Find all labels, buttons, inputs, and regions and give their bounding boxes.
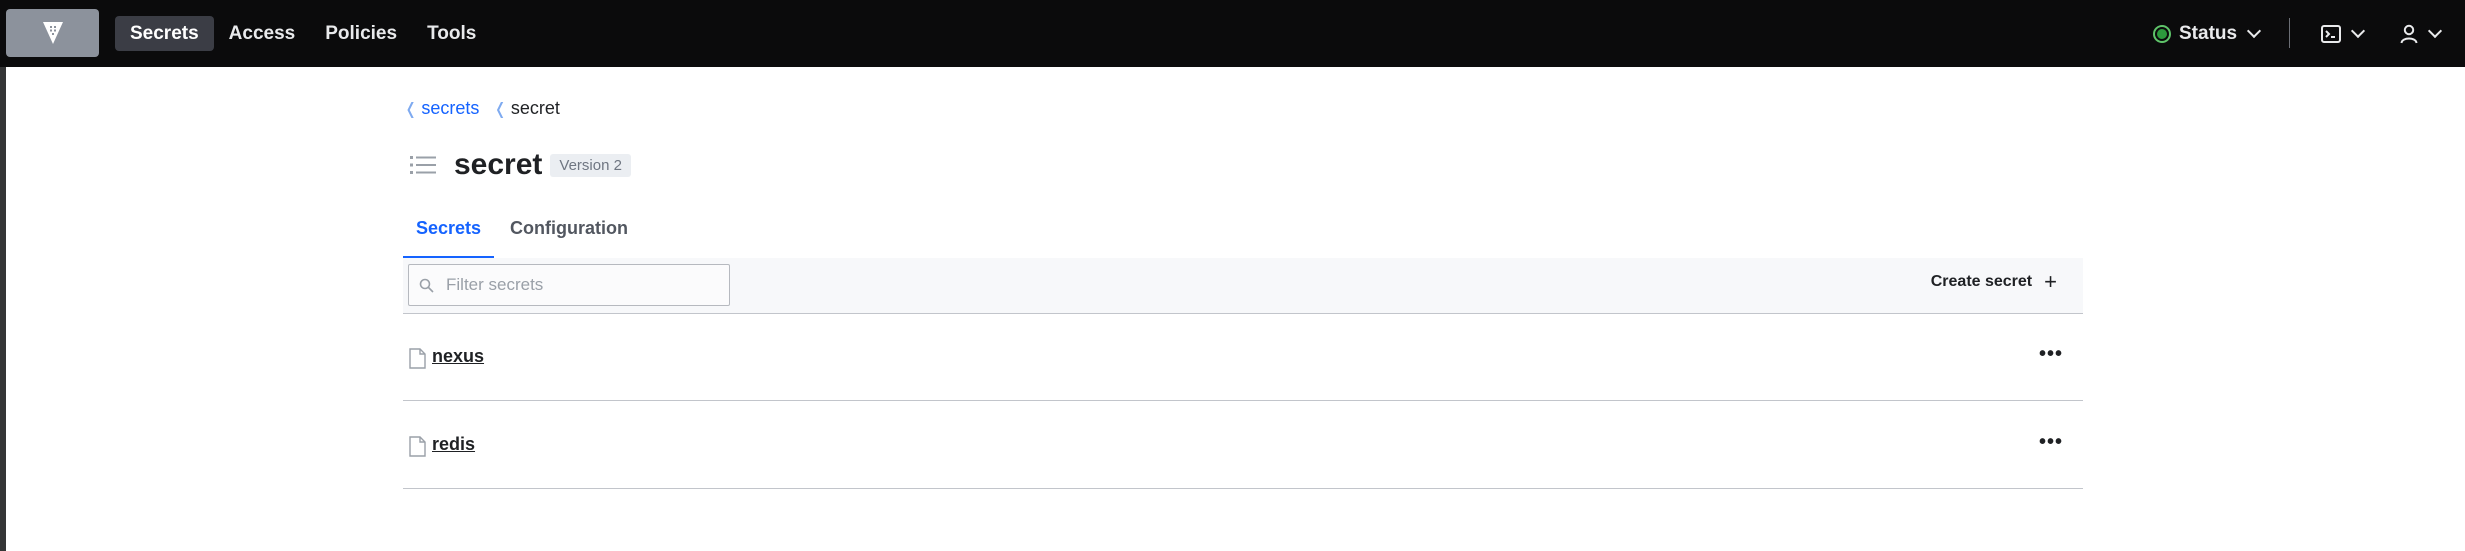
topbar-divider <box>2289 18 2290 48</box>
list-item[interactable]: redis ••• <box>403 401 2083 489</box>
chevron-down-icon <box>2247 23 2262 39</box>
breadcrumb: ❬ secrets ❬ secret <box>404 98 560 119</box>
status-menu-button[interactable]: Status <box>2153 0 2262 67</box>
vault-logo[interactable] <box>6 9 99 57</box>
file-icon <box>409 348 426 369</box>
list-icon <box>410 156 436 174</box>
breadcrumb-current: secret <box>510 98 560 118</box>
nav-item-policies[interactable]: Policies <box>310 16 412 51</box>
nav-item-secrets[interactable]: Secrets <box>115 16 214 51</box>
status-ok-icon <box>2153 24 2171 43</box>
page-header: secret Version 2 <box>410 148 631 182</box>
window-edge <box>0 0 6 551</box>
file-icon <box>409 436 426 457</box>
tab-configuration[interactable]: Configuration <box>510 213 628 258</box>
breadcrumb-separator-icon: ❬ <box>493 100 507 118</box>
user-menu-button[interactable] <box>2400 0 2443 67</box>
filter-secrets-input[interactable] <box>444 274 718 296</box>
secret-name-link[interactable]: redis <box>432 434 475 455</box>
tab-secrets[interactable]: Secrets <box>403 213 495 259</box>
chevron-down-icon <box>2427 23 2443 39</box>
terminal-icon <box>2321 24 2341 43</box>
user-icon <box>2400 24 2418 43</box>
secret-name-link[interactable]: nexus <box>432 346 484 367</box>
more-actions-icon[interactable]: ••• <box>2039 343 2063 366</box>
secrets-list: nexus ••• redis ••• <box>403 313 2083 489</box>
more-actions-icon[interactable]: ••• <box>2039 431 2063 454</box>
page-title: secret <box>454 148 543 181</box>
main-nav: Secrets Access Policies Tools <box>115 16 491 51</box>
version-badge: Version 2 <box>550 153 631 177</box>
list-item[interactable]: nexus ••• <box>403 313 2083 401</box>
create-secret-button[interactable]: Create secret + <box>1930 269 2057 294</box>
create-secret-label: Create secret <box>1930 273 2033 290</box>
vault-logo-icon <box>42 22 63 44</box>
nav-item-access[interactable]: Access <box>214 16 311 51</box>
engine-tabs: Secrets Configuration <box>403 213 2083 259</box>
console-menu-button[interactable] <box>2321 0 2366 67</box>
nav-item-tools[interactable]: Tools <box>412 16 491 51</box>
breadcrumb-separator-icon: ❬ <box>404 100 418 118</box>
breadcrumb-link-secrets[interactable]: secrets <box>421 98 479 119</box>
top-navigation-bar: Secrets Access Policies Tools Status <box>0 0 2465 67</box>
search-icon <box>419 278 434 293</box>
secrets-toolbar: Create secret + <box>403 258 2083 314</box>
status-label: Status <box>2179 22 2238 44</box>
chevron-down-icon <box>2350 23 2366 39</box>
plus-icon: + <box>2044 269 2057 294</box>
filter-field[interactable] <box>408 264 730 306</box>
